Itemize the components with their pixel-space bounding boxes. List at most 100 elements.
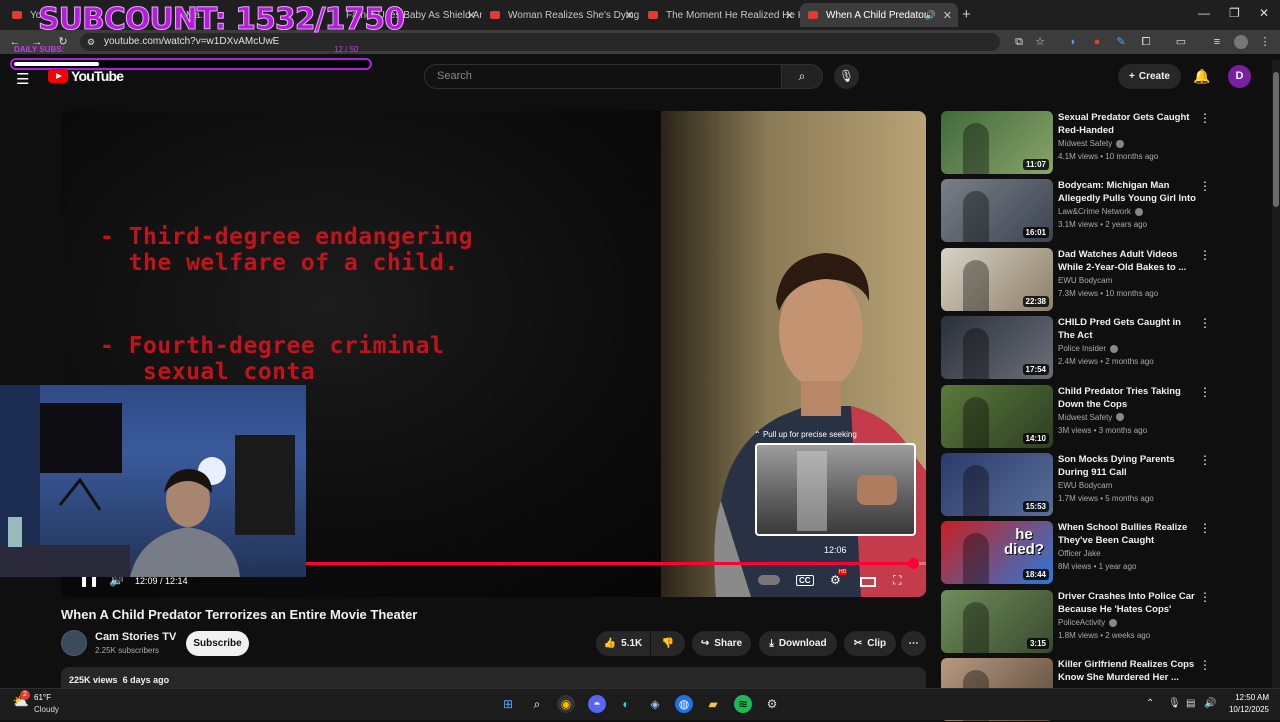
download-button[interactable]: ⤓ Download bbox=[759, 631, 837, 656]
browser-menu-icon[interactable]: ⋮ bbox=[1258, 35, 1272, 49]
autoplay-toggle[interactable] bbox=[758, 575, 780, 585]
reading-list-icon[interactable]: ≡ bbox=[1210, 35, 1224, 49]
hamburger-menu-icon[interactable]: ☰ bbox=[16, 70, 29, 88]
search-input[interactable]: Search bbox=[424, 64, 782, 89]
recommended-video[interactable]: 3:15 Driver Crashes Into Police Car Becau… bbox=[941, 589, 1211, 654]
side-panel-icon[interactable]: ▭ bbox=[1174, 35, 1188, 49]
close-window-icon[interactable]: ✕ bbox=[1259, 6, 1269, 20]
file-explorer-icon[interactable]: ▰ bbox=[704, 695, 722, 713]
video-thumbnail[interactable]: 11:07 bbox=[941, 111, 1053, 174]
search-taskbar-icon[interactable]: ⌕ bbox=[528, 695, 546, 713]
volume-tray-icon[interactable]: 🔊 bbox=[1204, 698, 1216, 709]
more-options-icon[interactable]: ⋮ bbox=[1199, 385, 1211, 399]
close-tab-icon[interactable]: ✕ bbox=[467, 9, 476, 22]
more-options-icon[interactable]: ⋮ bbox=[1199, 111, 1211, 125]
clock-date[interactable]: 10/12/2025 bbox=[1218, 705, 1269, 714]
like-button[interactable]: 👍 5.1K bbox=[596, 631, 650, 656]
video-thumbnail[interactable]: 17:54 bbox=[941, 316, 1053, 380]
audio-playing-icon[interactable]: 🔊 bbox=[925, 10, 936, 21]
voice-search-button[interactable]: 🎙 bbox=[834, 64, 859, 89]
recommended-title[interactable]: Killer Girlfriend Realizes Cops Know She… bbox=[1058, 658, 1198, 684]
close-tab-icon[interactable]: ✕ bbox=[625, 9, 634, 22]
steam-icon[interactable]: ◈ bbox=[646, 695, 664, 713]
captions-button[interactable]: CC bbox=[796, 575, 814, 586]
video-thumbnail[interactable]: 22:38 bbox=[941, 247, 1053, 311]
subscribe-button[interactable]: Subscribe bbox=[186, 631, 249, 656]
close-tab-icon[interactable]: ✕ bbox=[943, 9, 952, 22]
more-options-icon[interactable]: ⋮ bbox=[1199, 658, 1211, 672]
more-actions-button[interactable]: ⋯ bbox=[901, 631, 926, 656]
browser-app-icon[interactable]: ◍ bbox=[675, 695, 693, 713]
video-thumbnail[interactable]: 16:01 bbox=[941, 179, 1053, 243]
recommended-channel[interactable]: EWU Bodycam bbox=[1058, 481, 1112, 490]
extension-icon[interactable]: ● bbox=[1090, 35, 1104, 49]
discord-icon[interactable]: ◓ bbox=[588, 695, 606, 713]
recommended-channel[interactable]: Midwest Safety bbox=[1058, 139, 1125, 148]
youtube-logo[interactable]: YouTube bbox=[48, 68, 124, 84]
temperature[interactable]: 61°F bbox=[34, 693, 51, 702]
video-thumbnail[interactable]: he died? 18:44 bbox=[941, 521, 1053, 585]
clock-time[interactable]: 12:50 AM bbox=[1225, 693, 1269, 702]
weather-condition[interactable]: Cloudy bbox=[34, 705, 59, 714]
search-button[interactable]: ⌕ bbox=[781, 64, 823, 89]
start-button[interactable]: ⊞ bbox=[499, 695, 517, 713]
recommended-channel[interactable]: Officer Jake bbox=[1058, 549, 1101, 558]
share-button[interactable]: ↪ Share bbox=[692, 631, 751, 656]
recommended-title[interactable]: When School Bullies Realize They've Been… bbox=[1058, 521, 1198, 547]
fullscreen-button[interactable]: ⛶ bbox=[893, 573, 901, 588]
site-info-icon[interactable]: ⚙ bbox=[84, 35, 98, 49]
recommended-video[interactable]: 11:07 Sexual Predator Gets Caught Red-Han… bbox=[941, 111, 1211, 175]
recommended-channel[interactable]: Midwest Safety bbox=[1058, 413, 1125, 422]
extensions-puzzle-icon[interactable]: ⧠ bbox=[1139, 35, 1153, 49]
recommended-title[interactable]: Child Predator Tries Taking Down the Cop… bbox=[1058, 385, 1198, 411]
recommended-title[interactable]: Son Mocks Dying Parents During 911 Call bbox=[1058, 453, 1198, 479]
more-options-icon[interactable]: ⋮ bbox=[1199, 316, 1211, 330]
account-avatar[interactable]: D bbox=[1228, 65, 1251, 88]
more-options-icon[interactable]: ⋮ bbox=[1199, 248, 1211, 262]
recommended-channel[interactable]: EWU Bodycam bbox=[1058, 276, 1112, 285]
new-tab-icon[interactable]: + bbox=[962, 6, 971, 23]
browser-tab-active[interactable]: When A Child Predator Terr🔊 ✕ bbox=[800, 3, 958, 27]
recommended-title[interactable]: Sexual Predator Gets Caught Red-Handed bbox=[1058, 111, 1198, 137]
recommended-channel[interactable]: Law&Crime Network bbox=[1058, 207, 1143, 216]
recommended-video[interactable]: 15:53 Son Mocks Dying Parents During 911 … bbox=[941, 453, 1211, 517]
recommended-video[interactable]: he died? 18:44 When School Bullies Realize… bbox=[941, 521, 1211, 585]
maximize-icon[interactable]: ❐ bbox=[1229, 6, 1240, 20]
create-button[interactable]: + Create bbox=[1118, 64, 1181, 89]
more-options-icon[interactable]: ⋮ bbox=[1199, 453, 1211, 467]
more-options-icon[interactable]: ⋮ bbox=[1199, 590, 1211, 604]
recommended-channel[interactable]: PoliceActivity bbox=[1058, 618, 1118, 627]
settings-button[interactable]: ⚙ HD bbox=[830, 569, 848, 587]
spotify-icon[interactable]: ≋ bbox=[734, 695, 752, 713]
recommended-channel[interactable]: Police Insider bbox=[1058, 344, 1119, 353]
video-thumbnail[interactable]: 15:53 bbox=[941, 453, 1053, 516]
browser-tab[interactable]: The Moment He Realized He Ki ✕ bbox=[640, 3, 800, 27]
channel-avatar[interactable] bbox=[61, 630, 87, 656]
extension-icon[interactable]: ◗ bbox=[1066, 35, 1080, 49]
progress-scrubber[interactable] bbox=[908, 558, 920, 569]
network-icon[interactable]: ▤ bbox=[1186, 698, 1195, 709]
video-thumbnail[interactable]: 3:15 bbox=[941, 589, 1053, 653]
more-options-icon[interactable]: ⋮ bbox=[1199, 179, 1211, 193]
theater-mode-button[interactable] bbox=[860, 577, 876, 587]
show-hidden-icons-icon[interactable]: ⌃ bbox=[1146, 698, 1154, 709]
clip-button[interactable]: ✂ Clip bbox=[844, 631, 896, 656]
dislike-button[interactable]: 👎 bbox=[651, 631, 685, 656]
recommended-title[interactable]: Bodycam: Michigan Man Allegedly Pulls Yo… bbox=[1058, 179, 1198, 206]
more-options-icon[interactable]: ⋮ bbox=[1199, 521, 1211, 535]
channel-name[interactable]: Cam Stories TV bbox=[95, 631, 176, 643]
recommended-title[interactable]: Dad Watches Adult Videos While 2-Year-Ol… bbox=[1058, 248, 1198, 274]
notifications-bell-icon[interactable]: 🔔 bbox=[1193, 68, 1210, 85]
install-app-icon[interactable]: ⧉ bbox=[1012, 35, 1026, 49]
scrollbar-thumb[interactable] bbox=[1273, 72, 1279, 207]
bookmark-star-icon[interactable]: ☆ bbox=[1033, 35, 1047, 49]
chrome-icon[interactable]: ◉ bbox=[557, 695, 575, 713]
profile-icon[interactable] bbox=[1234, 35, 1248, 49]
url-text[interactable]: youtube.com/watch?v=w1DXvAMcUwE bbox=[104, 36, 279, 47]
microphone-tray-icon[interactable]: 🎙 bbox=[1168, 698, 1181, 709]
recommended-title[interactable]: Driver Crashes Into Police Car Because H… bbox=[1058, 590, 1198, 616]
recommended-video[interactable]: 16:01 Bodycam: Michigan Man Allegedly Pul… bbox=[941, 179, 1211, 243]
close-tab-icon[interactable]: ✕ bbox=[785, 9, 794, 22]
browser-tab[interactable]: Woman Realizes She's Dying At ✕ bbox=[482, 3, 640, 27]
recommended-title[interactable]: CHILD Pred Gets Caught in The Act bbox=[1058, 316, 1198, 342]
